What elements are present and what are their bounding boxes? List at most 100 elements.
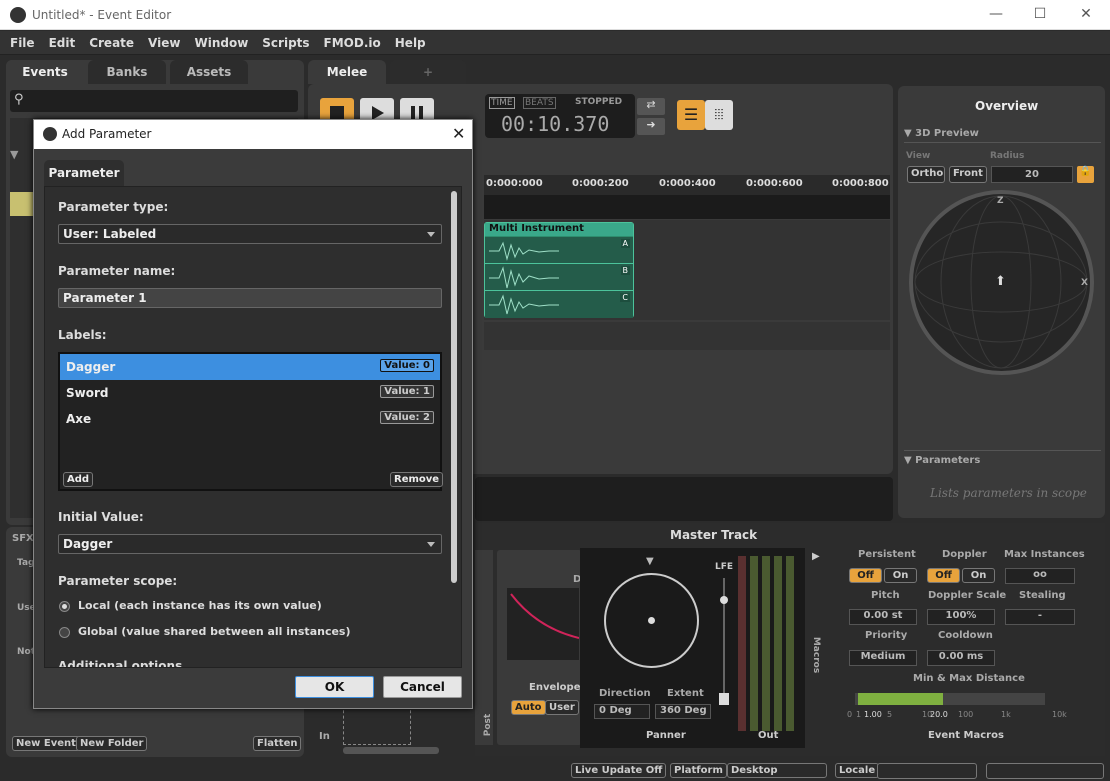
lfe-knob[interactable] xyxy=(719,693,729,705)
initial-value-dropdown[interactable]: Dagger xyxy=(58,534,442,554)
ortho-button[interactable]: Ortho xyxy=(907,166,945,183)
label-value-badge[interactable]: Value: 0 xyxy=(380,359,434,372)
cooldown-field[interactable]: 0.00 ms xyxy=(927,650,995,666)
list-item[interactable]: Axe Value: 2 xyxy=(60,406,440,432)
time-mode[interactable]: TIME xyxy=(489,97,515,109)
parameter-type-dropdown[interactable]: User: Labeled xyxy=(58,224,442,244)
master-track-lane[interactable] xyxy=(484,322,890,350)
live-update-button[interactable]: Live Update Off xyxy=(571,763,667,778)
post-label: Post xyxy=(483,713,494,737)
stealing-dropdown[interactable]: - xyxy=(1005,609,1075,625)
scope-local-radio[interactable] xyxy=(59,601,70,612)
multi-instrument[interactable]: Multi Instrument A B C xyxy=(484,222,634,318)
scope-local-label[interactable]: Local (each instance has its own value) xyxy=(78,599,322,612)
priority-field[interactable]: Medium xyxy=(849,650,917,666)
search-input[interactable]: ⚲ xyxy=(10,90,298,112)
tab-events[interactable]: Events xyxy=(6,60,84,84)
max-instances-field[interactable]: oo xyxy=(1005,568,1075,584)
doppler-scale-label: Doppler Scale xyxy=(928,590,1007,601)
minimize-button[interactable]: — xyxy=(988,6,1004,22)
cancel-button[interactable]: Cancel xyxy=(383,676,462,698)
beats-mode[interactable]: BEATS xyxy=(523,97,556,109)
menu-edit[interactable]: Edit xyxy=(42,31,83,50)
ruler-tick: 0:000:000 xyxy=(486,178,543,189)
platform-dropdown[interactable]: Desktop xyxy=(727,763,827,778)
persistent-off[interactable]: Off xyxy=(849,568,882,583)
scope-global-label[interactable]: Global (value shared between all instanc… xyxy=(78,625,351,638)
3d-preview-header[interactable]: ▼ 3D Preview xyxy=(904,128,979,139)
flatten-button[interactable]: Flatten xyxy=(253,736,302,751)
lock-icon[interactable]: 🔒 xyxy=(1077,166,1094,183)
menu-fmodio[interactable]: FMOD.io xyxy=(317,31,388,50)
panner-circle[interactable] xyxy=(604,573,699,668)
doppler-on[interactable]: On xyxy=(962,568,995,583)
user-button[interactable]: User xyxy=(545,700,579,715)
list-item[interactable]: Sword Value: 1 xyxy=(60,380,440,406)
scale-tick: 10 xyxy=(922,710,933,719)
list-item[interactable]: Dagger Value: 0 xyxy=(60,354,440,380)
labels-list[interactable]: Dagger Value: 0 Sword Value: 1 Axe Value: 2… xyxy=(58,352,444,491)
transport-time: 00:10.370 xyxy=(501,112,610,136)
new-event-button[interactable]: New Event xyxy=(12,736,80,751)
doppler-scale-field[interactable]: 100% xyxy=(927,609,995,625)
remove-label-button[interactable]: Remove xyxy=(390,472,444,487)
envelope-graph[interactable] xyxy=(507,588,580,660)
loop-toggle-icon[interactable]: ⇄ xyxy=(637,98,665,115)
locale-dropdown[interactable] xyxy=(877,763,977,779)
close-window-button[interactable]: ✕ xyxy=(1078,6,1094,22)
parameters-header[interactable]: ▼ Parameters xyxy=(904,455,980,466)
parameter-sheet-area[interactable] xyxy=(475,477,893,521)
stealing-label: Stealing xyxy=(1019,590,1066,601)
deck-view-icon[interactable]: ⦙⦙⦙ xyxy=(705,100,733,130)
dialog-close-icon[interactable]: ✕ xyxy=(452,124,465,143)
add-tab-button[interactable]: + xyxy=(390,60,466,84)
menu-file[interactable]: File xyxy=(0,31,42,50)
direction-field[interactable]: 0 Deg xyxy=(594,704,650,719)
deck-scrollbar[interactable] xyxy=(343,747,439,754)
parameter-name-field[interactable]: Parameter 1 xyxy=(58,288,442,308)
folder-expand-icon[interactable]: ▼ xyxy=(10,148,18,161)
window-titlebar: Untitled* - Event Editor — ☐ ✕ xyxy=(0,0,1110,30)
scope-global-radio[interactable] xyxy=(59,627,70,638)
ok-button[interactable]: OK xyxy=(295,676,374,698)
menu-scripts[interactable]: Scripts xyxy=(255,31,316,50)
panner-position[interactable] xyxy=(648,617,655,624)
add-label-button[interactable]: Add xyxy=(63,472,94,487)
tab-parameter[interactable]: Parameter xyxy=(44,160,124,186)
effect-module[interactable]: D Envelope Auto User xyxy=(497,550,582,745)
expand-macros-icon[interactable]: ▶ xyxy=(812,551,820,562)
pitch-field[interactable]: 0.00 st xyxy=(849,609,917,625)
front-button[interactable]: Front xyxy=(949,166,987,183)
tab-assets[interactable]: Assets xyxy=(170,60,248,84)
persistent-on[interactable]: On xyxy=(884,568,917,583)
auto-button[interactable]: Auto xyxy=(511,700,546,715)
3d-preview-sphere[interactable]: Z X ⬆ xyxy=(909,190,1094,375)
dialog-title: Add Parameter xyxy=(62,127,152,141)
tab-banks[interactable]: Banks xyxy=(88,60,166,84)
labels-label: Labels: xyxy=(58,328,107,342)
new-folder-button[interactable]: New Folder xyxy=(76,736,148,751)
label-value-badge[interactable]: Value: 1 xyxy=(380,385,434,398)
tracks-view-icon[interactable]: ☰ xyxy=(677,100,705,130)
lfe-handle[interactable] xyxy=(720,596,728,604)
maximize-button[interactable]: ☐ xyxy=(1032,6,1048,22)
label-value-badge[interactable]: Value: 2 xyxy=(380,411,434,424)
tab-melee[interactable]: Melee xyxy=(308,60,386,84)
timeline-ruler[interactable]: 0:000:000 0:000:200 0:000:400 0:000:600 … xyxy=(484,175,890,195)
input-slot[interactable] xyxy=(343,705,411,745)
dialog-scrollbar[interactable] xyxy=(451,191,457,583)
menu-help[interactable]: Help xyxy=(388,31,433,50)
platform-label: Platform xyxy=(670,763,727,778)
follow-playhead-icon[interactable]: ➜ xyxy=(637,118,665,135)
panner-module[interactable]: ▼ LFE Direction 0 Deg Extent 360 Deg Pan… xyxy=(580,548,805,748)
radius-field[interactable]: 20 xyxy=(991,166,1073,183)
extent-field[interactable]: 360 Deg xyxy=(655,704,711,719)
menu-view[interactable]: View xyxy=(141,31,187,50)
menu-window[interactable]: Window xyxy=(187,31,255,50)
selected-event-row[interactable] xyxy=(10,192,34,216)
doppler-label: Doppler xyxy=(942,549,987,560)
cooldown-label: Cooldown xyxy=(938,630,993,641)
menu-create[interactable]: Create xyxy=(82,31,141,50)
doppler-off[interactable]: Off xyxy=(927,568,960,583)
logic-track-area[interactable] xyxy=(484,195,890,219)
